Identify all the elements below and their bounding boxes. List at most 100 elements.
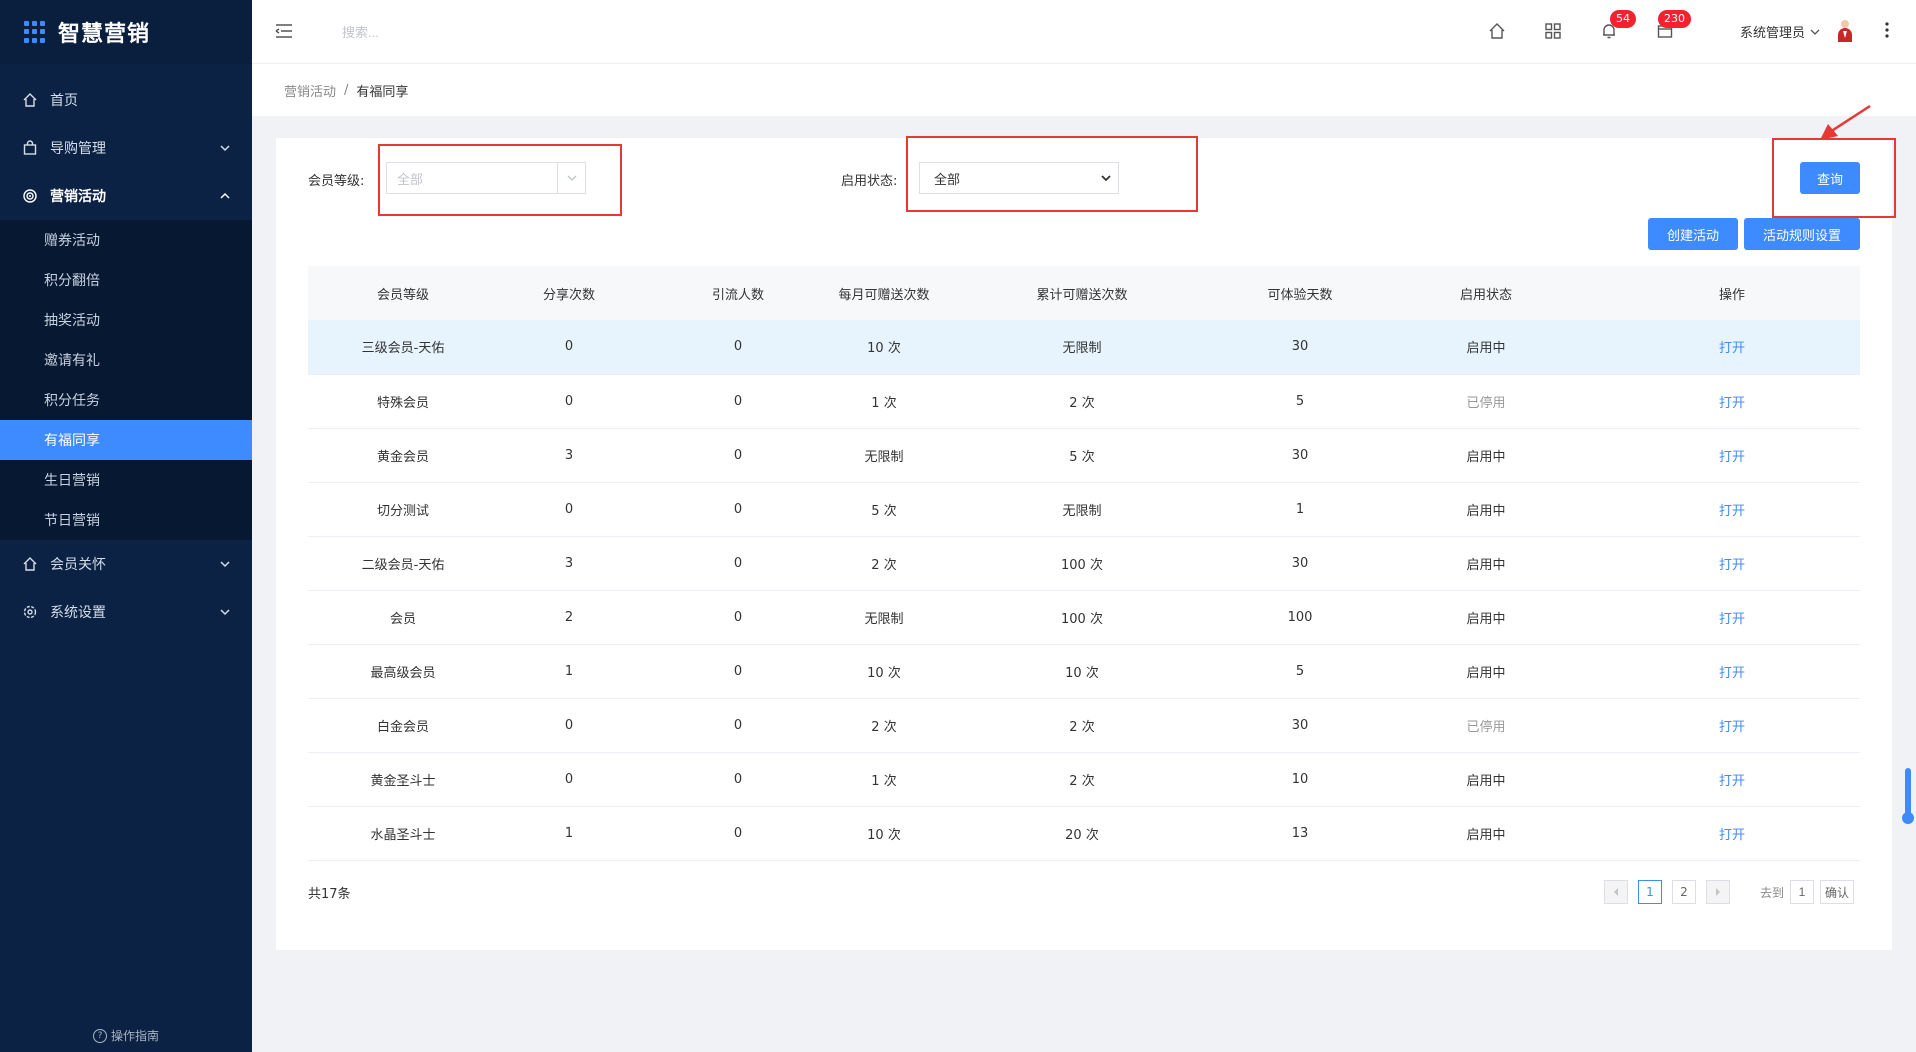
open-link[interactable]: 打开 xyxy=(1719,396,1745,411)
breadcrumb-parent[interactable]: 营销活动 xyxy=(284,81,336,100)
table-cell-monthly: 1 次 xyxy=(836,752,932,807)
sidebar: 智慧营销 首页 导购管理 营销活动 赠券活动 积分翻倍 抽奖活动 邀请有礼 积分… xyxy=(0,0,252,1052)
table-row: 黄金圣斗士 0 0 1 次2 次 10 启用中 打开 xyxy=(308,752,1860,807)
notification-badge: 54 xyxy=(1610,10,1636,28)
open-link[interactable]: 打开 xyxy=(1719,666,1745,681)
table-row: 最高级会员 1 0 10 次 10 次 5 启用中 打开 xyxy=(308,644,1860,699)
data-table: 会员等级 分享次数 引流人数 每月可赠送次数 累计可赠送次数 可体验天数 启用状… xyxy=(308,266,1860,861)
table-cell-status: 启用中 xyxy=(1368,428,1604,483)
menu-toggle-icon[interactable] xyxy=(274,21,294,41)
table-cell-level: 黄金会员 xyxy=(308,428,498,483)
table-cell-monthly: 1 次 xyxy=(836,374,932,429)
grid-icon[interactable] xyxy=(1544,22,1562,40)
open-link[interactable]: 打开 xyxy=(1719,612,1745,627)
more-vertical-icon[interactable] xyxy=(1884,20,1890,40)
content-card: 会员等级: 全部 启用状态: 全部 查询 创建活动 活动规则设置 会员等级 分享… xyxy=(276,104,1896,950)
table-cell-shares: 2 xyxy=(498,590,640,645)
table-cell-referrals: 0 xyxy=(640,590,836,645)
gear-icon xyxy=(23,605,37,619)
table-row: 三级会员-天佑 0 0 10 次无限制 30 启用中 打开 xyxy=(308,320,1860,375)
prev-page-button[interactable] xyxy=(1604,880,1628,904)
table-row: 白金会员 0 0 2 次2 次 30 已停用 打开 xyxy=(308,698,1860,753)
sidebar-subitem-points-double[interactable]: 积分翻倍 xyxy=(0,260,252,300)
table-cell-action: 打开 xyxy=(1604,644,1860,699)
table-cell-referrals: 0 xyxy=(640,698,836,753)
table-cell-total: 10 次 xyxy=(932,644,1232,699)
table-cell-level: 特殊会员 xyxy=(308,374,498,429)
sidebar-item-marketing[interactable]: 营销活动 xyxy=(0,172,252,220)
table-cell-action: 打开 xyxy=(1604,752,1860,807)
open-link[interactable]: 打开 xyxy=(1719,450,1745,465)
table-cell-referrals: 0 xyxy=(640,536,836,591)
column-header: 分享次数 xyxy=(498,266,640,320)
column-header: 引流人数 xyxy=(640,266,836,320)
table-cell-action: 打开 xyxy=(1604,320,1860,375)
sidebar-item-system-settings[interactable]: 系统设置 xyxy=(0,588,252,636)
user-name: 系统管理员 xyxy=(1740,26,1806,41)
table-cell-action: 打开 xyxy=(1604,536,1860,591)
next-page-button[interactable] xyxy=(1706,880,1730,904)
activity-rules-button[interactable]: 活动规则设置 xyxy=(1744,218,1860,250)
sidebar-subitem-share-benefits[interactable]: 有福同享 xyxy=(0,420,252,460)
sidebar-subitem-invite[interactable]: 邀请有礼 xyxy=(0,340,252,380)
sidebar-subitem-points-task[interactable]: 积分任务 xyxy=(0,380,252,420)
sidebar-subitem-coupon[interactable]: 赠券活动 xyxy=(0,220,252,260)
sidebar-subitem-holiday[interactable]: 节日营销 xyxy=(0,500,252,540)
table-cell-total: 2 次 xyxy=(932,698,1232,753)
table-cell-referrals: 0 xyxy=(640,644,836,699)
column-header: 操作 xyxy=(1604,266,1860,320)
open-link[interactable]: 打开 xyxy=(1719,504,1745,519)
search-input[interactable] xyxy=(342,18,562,46)
marketing-submenu: 赠券活动 积分翻倍 抽奖活动 邀请有礼 积分任务 有福同享 生日营销 节日营销 xyxy=(0,220,252,540)
open-link[interactable]: 打开 xyxy=(1719,341,1745,356)
home-icon xyxy=(23,93,37,107)
column-header: 每月可赠送次数 xyxy=(836,266,932,320)
target-icon xyxy=(23,189,37,203)
open-link[interactable]: 打开 xyxy=(1719,720,1745,735)
user-menu[interactable]: 系统管理员 xyxy=(1740,22,1821,41)
sidebar-item-label: 系统设置 xyxy=(50,605,106,621)
table-cell-monthly: 5 次 xyxy=(836,482,932,537)
sidebar-item-home[interactable]: 首页 xyxy=(0,76,252,124)
page-button-1[interactable]: 1 xyxy=(1638,880,1662,904)
table-cell-level: 白金会员 xyxy=(308,698,498,753)
breadcrumb-current: 有福同享 xyxy=(356,84,409,100)
table-cell-status: 已停用 xyxy=(1368,374,1604,429)
open-link[interactable]: 打开 xyxy=(1719,828,1745,843)
table-cell-total: 2 次 xyxy=(932,752,1232,807)
table-cell-referrals: 0 xyxy=(640,482,836,537)
home-icon[interactable] xyxy=(1488,22,1506,40)
create-activity-button[interactable]: 创建活动 xyxy=(1648,218,1738,250)
table-cell-referrals: 0 xyxy=(640,806,836,861)
table-cell-days: 10 xyxy=(1232,752,1368,807)
brand[interactable]: 智慧营销 xyxy=(0,0,252,64)
table-cell-monthly: 10 次 xyxy=(836,644,932,699)
home-heart-icon xyxy=(23,557,37,571)
avatar[interactable] xyxy=(1836,18,1854,42)
operation-guide-link[interactable]: ? 操作指南 xyxy=(0,1027,252,1044)
scroll-indicator[interactable] xyxy=(1902,768,1914,824)
chevron-up-icon xyxy=(220,192,230,199)
table-cell-level: 黄金圣斗士 xyxy=(308,752,498,807)
sidebar-item-guide-management[interactable]: 导购管理 xyxy=(0,124,252,172)
table-cell-shares: 0 xyxy=(498,752,640,807)
table-cell-days: 100 xyxy=(1232,590,1368,645)
table-cell-total: 100 次 xyxy=(932,590,1232,645)
table-cell-days: 1 xyxy=(1232,482,1368,537)
goto-confirm-button[interactable]: 确认 xyxy=(1820,880,1855,904)
sidebar-subitem-birthday[interactable]: 生日营销 xyxy=(0,460,252,500)
table-cell-status: 启用中 xyxy=(1368,536,1604,591)
sidebar-subitem-lottery[interactable]: 抽奖活动 xyxy=(0,300,252,340)
page-button-2[interactable]: 2 xyxy=(1672,880,1696,904)
goto-page-input[interactable] xyxy=(1790,880,1815,904)
member-level-label: 会员等级: xyxy=(308,174,365,189)
breadcrumb: 营销活动 / 有福同享 xyxy=(252,64,1916,116)
table-cell-monthly: 无限制 xyxy=(836,428,932,483)
table-cell-total: 无限制 xyxy=(932,320,1232,375)
open-link[interactable]: 打开 xyxy=(1719,774,1745,789)
table-cell-total: 2 次 xyxy=(932,374,1232,429)
sidebar-item-member-care[interactable]: 会员关怀 xyxy=(0,540,252,588)
open-link[interactable]: 打开 xyxy=(1719,558,1745,573)
sidebar-item-label: 会员关怀 xyxy=(50,557,106,573)
total-count: 共17条 xyxy=(308,887,351,902)
